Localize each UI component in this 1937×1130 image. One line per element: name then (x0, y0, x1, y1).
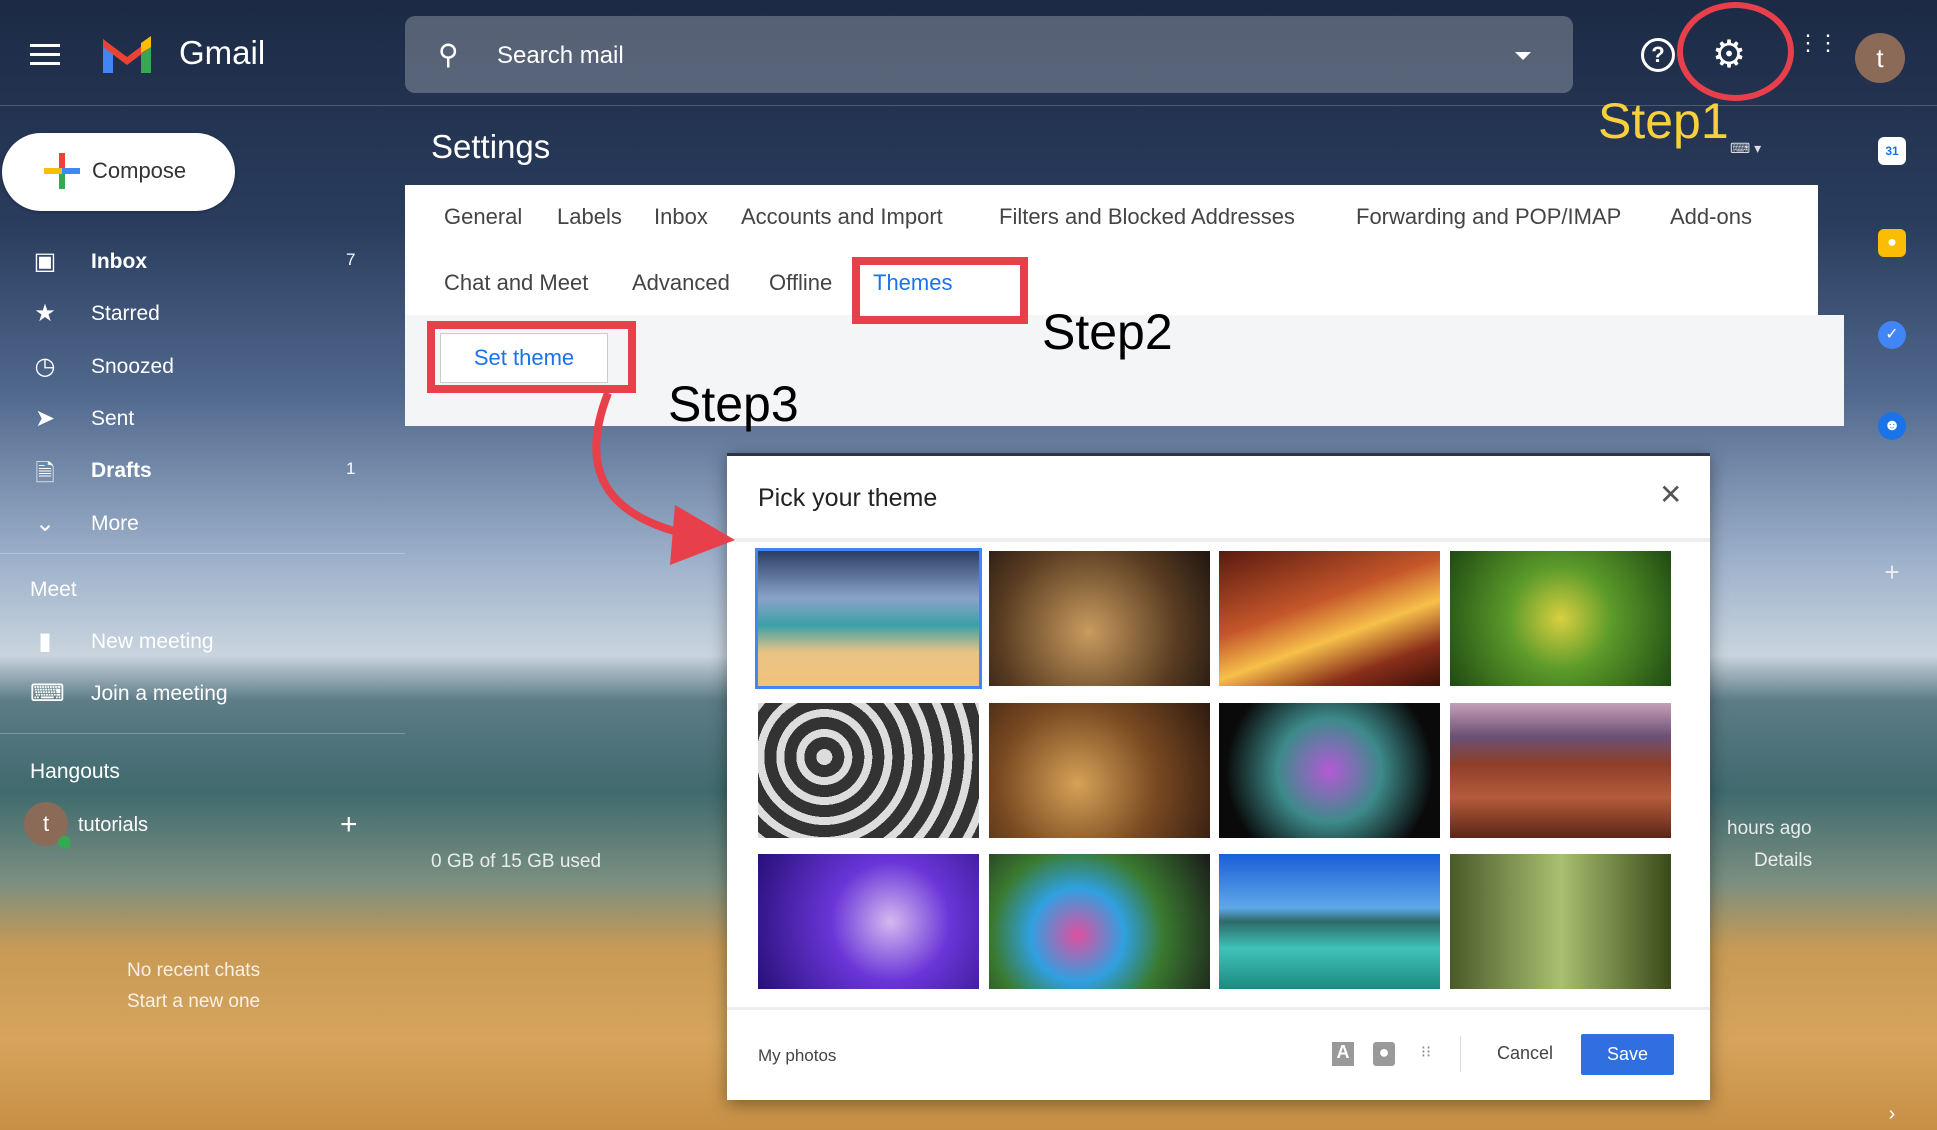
tab-filters[interactable]: Filters and Blocked Addresses (999, 204, 1295, 230)
tab-offline[interactable]: Offline (769, 270, 832, 296)
chevron-down-icon: ⌄ (34, 510, 56, 537)
avatar[interactable]: t (1855, 33, 1905, 83)
new-meeting-button[interactable]: ▮ New meeting (0, 619, 380, 665)
meet-heading: Meet (30, 578, 77, 601)
sidebar-item-drafts[interactable]: 🗎 Drafts 1 (0, 448, 380, 494)
blur-icon[interactable]: ⁝⁝ (1415, 1042, 1437, 1066)
inbox-icon: ▣ (33, 248, 57, 275)
footer-separator (1460, 1036, 1461, 1072)
add-addon-icon[interactable]: + (1878, 558, 1906, 586)
dialog-title: Pick your theme (758, 484, 938, 512)
theme-thumbnail-pipes[interactable] (758, 703, 979, 838)
add-chat-icon[interactable]: + (340, 808, 358, 842)
text-color-icon[interactable]: A (1332, 1042, 1354, 1066)
my-photos-link[interactable]: My photos (758, 1046, 836, 1066)
step3-highlight-box (427, 321, 636, 393)
join-meeting-button[interactable]: ⌨ Join a meeting (0, 671, 380, 717)
tab-forwarding[interactable]: Forwarding and POP/IMAP (1356, 204, 1621, 230)
settings-tabs: General Labels Inbox Accounts and Import… (405, 185, 1818, 315)
theme-thumbnail-beach[interactable] (755, 548, 982, 689)
hangouts-heading: Hangouts (30, 760, 120, 783)
tab-chat-meet[interactable]: Chat and Meet (444, 270, 588, 296)
video-icon: ▮ (38, 628, 52, 655)
plus-icon (44, 153, 80, 189)
tab-labels[interactable]: Labels (557, 204, 622, 230)
no-chats-text: No recent chats (127, 960, 261, 981)
step3-arrow-icon (592, 391, 735, 565)
last-activity: hours ago (1727, 818, 1812, 839)
apps-icon[interactable]: ⋮⋮ (1797, 32, 1839, 54)
keyboard-icon: ⌨ (30, 680, 65, 707)
compose-button[interactable]: Compose (2, 133, 235, 211)
search-icon[interactable]: ⚲ (438, 38, 459, 71)
sidebar-item-inbox[interactable]: ▣ Inbox 7 (0, 239, 380, 285)
theme-thumbnail-bubble[interactable] (989, 854, 1210, 989)
details-link[interactable]: Details (1754, 850, 1812, 872)
start-chat-link[interactable]: Start a new one (127, 991, 260, 1013)
calendar-icon[interactable]: 31 (1878, 137, 1906, 165)
sidebar-item-snoozed[interactable]: ◷ Snoozed (0, 344, 380, 390)
sidebar-item-more[interactable]: ⌄ More (0, 501, 380, 547)
cancel-button[interactable]: Cancel (1497, 1043, 1553, 1064)
step1-label: Step1 (1598, 93, 1729, 149)
compose-label: Compose (92, 158, 187, 183)
contacts-icon[interactable]: ☻ (1878, 412, 1906, 440)
theme-thumbnail-forest[interactable] (1450, 854, 1671, 989)
gmail-logo-icon (103, 36, 151, 73)
storage-usage: 0 GB of 15 GB used (431, 851, 602, 872)
tab-addons[interactable]: Add-ons (1670, 204, 1752, 230)
sidebar-item-starred[interactable]: ★ Starred (0, 291, 380, 337)
tab-inbox[interactable]: Inbox (654, 204, 708, 230)
save-button[interactable]: Save (1581, 1034, 1674, 1075)
help-icon[interactable]: ? (1641, 38, 1675, 72)
tab-general[interactable]: General (444, 204, 522, 230)
theme-thumbnail-chess[interactable] (989, 551, 1210, 686)
page-title: Settings (431, 128, 551, 165)
dialog-divider (727, 538, 1710, 542)
sidebar-divider (0, 733, 405, 734)
search-options-icon[interactable] (1515, 52, 1531, 60)
keep-icon[interactable]: ● (1878, 229, 1906, 257)
sidebar-item-sent[interactable]: ➤ Sent (0, 396, 380, 442)
theme-thumbnail-canyon[interactable] (1219, 551, 1440, 686)
footer-divider (727, 1007, 1710, 1010)
close-icon[interactable]: ✕ (1659, 478, 1682, 511)
gmail-logo-text: Gmail (179, 34, 266, 71)
clock-icon: ◷ (34, 353, 56, 380)
draft-icon: 🗎 (35, 460, 55, 487)
theme-thumbnail-river-canyon[interactable] (1450, 703, 1671, 838)
expand-panel-icon[interactable]: › (1878, 1100, 1906, 1128)
input-tools-icon[interactable]: ⌨ ▾ (1730, 140, 1761, 157)
step2-highlight-box (852, 257, 1028, 324)
step2-label: Step2 (1042, 304, 1173, 360)
star-icon: ★ (34, 300, 56, 327)
step1-highlight-circle (1677, 2, 1794, 101)
theme-thumbnail-jellyfish[interactable] (758, 854, 979, 989)
tab-accounts-import[interactable]: Accounts and Import (741, 204, 943, 230)
theme-thumbnail-bokeh[interactable] (1219, 703, 1440, 838)
theme-thumbnail-caterpillar[interactable] (1450, 551, 1671, 686)
theme-thumbnail-lake[interactable] (1219, 854, 1440, 989)
tab-advanced[interactable]: Advanced (632, 270, 730, 296)
main-menu-icon[interactable] (30, 44, 60, 66)
sidebar-divider (0, 553, 405, 554)
theme-thumbnail-leaves[interactable] (989, 703, 1210, 838)
tasks-icon[interactable]: ✓ (1878, 321, 1906, 349)
hangouts-user[interactable]: tutorials (78, 814, 148, 837)
search-placeholder: Search mail (497, 42, 624, 69)
theme-picker-dialog: Pick your theme ✕ My photos A ● ⁝⁝ Cance… (727, 453, 1710, 1100)
send-icon: ➤ (34, 405, 56, 432)
online-status-icon (58, 836, 71, 849)
vignette-icon[interactable]: ● (1373, 1042, 1395, 1066)
